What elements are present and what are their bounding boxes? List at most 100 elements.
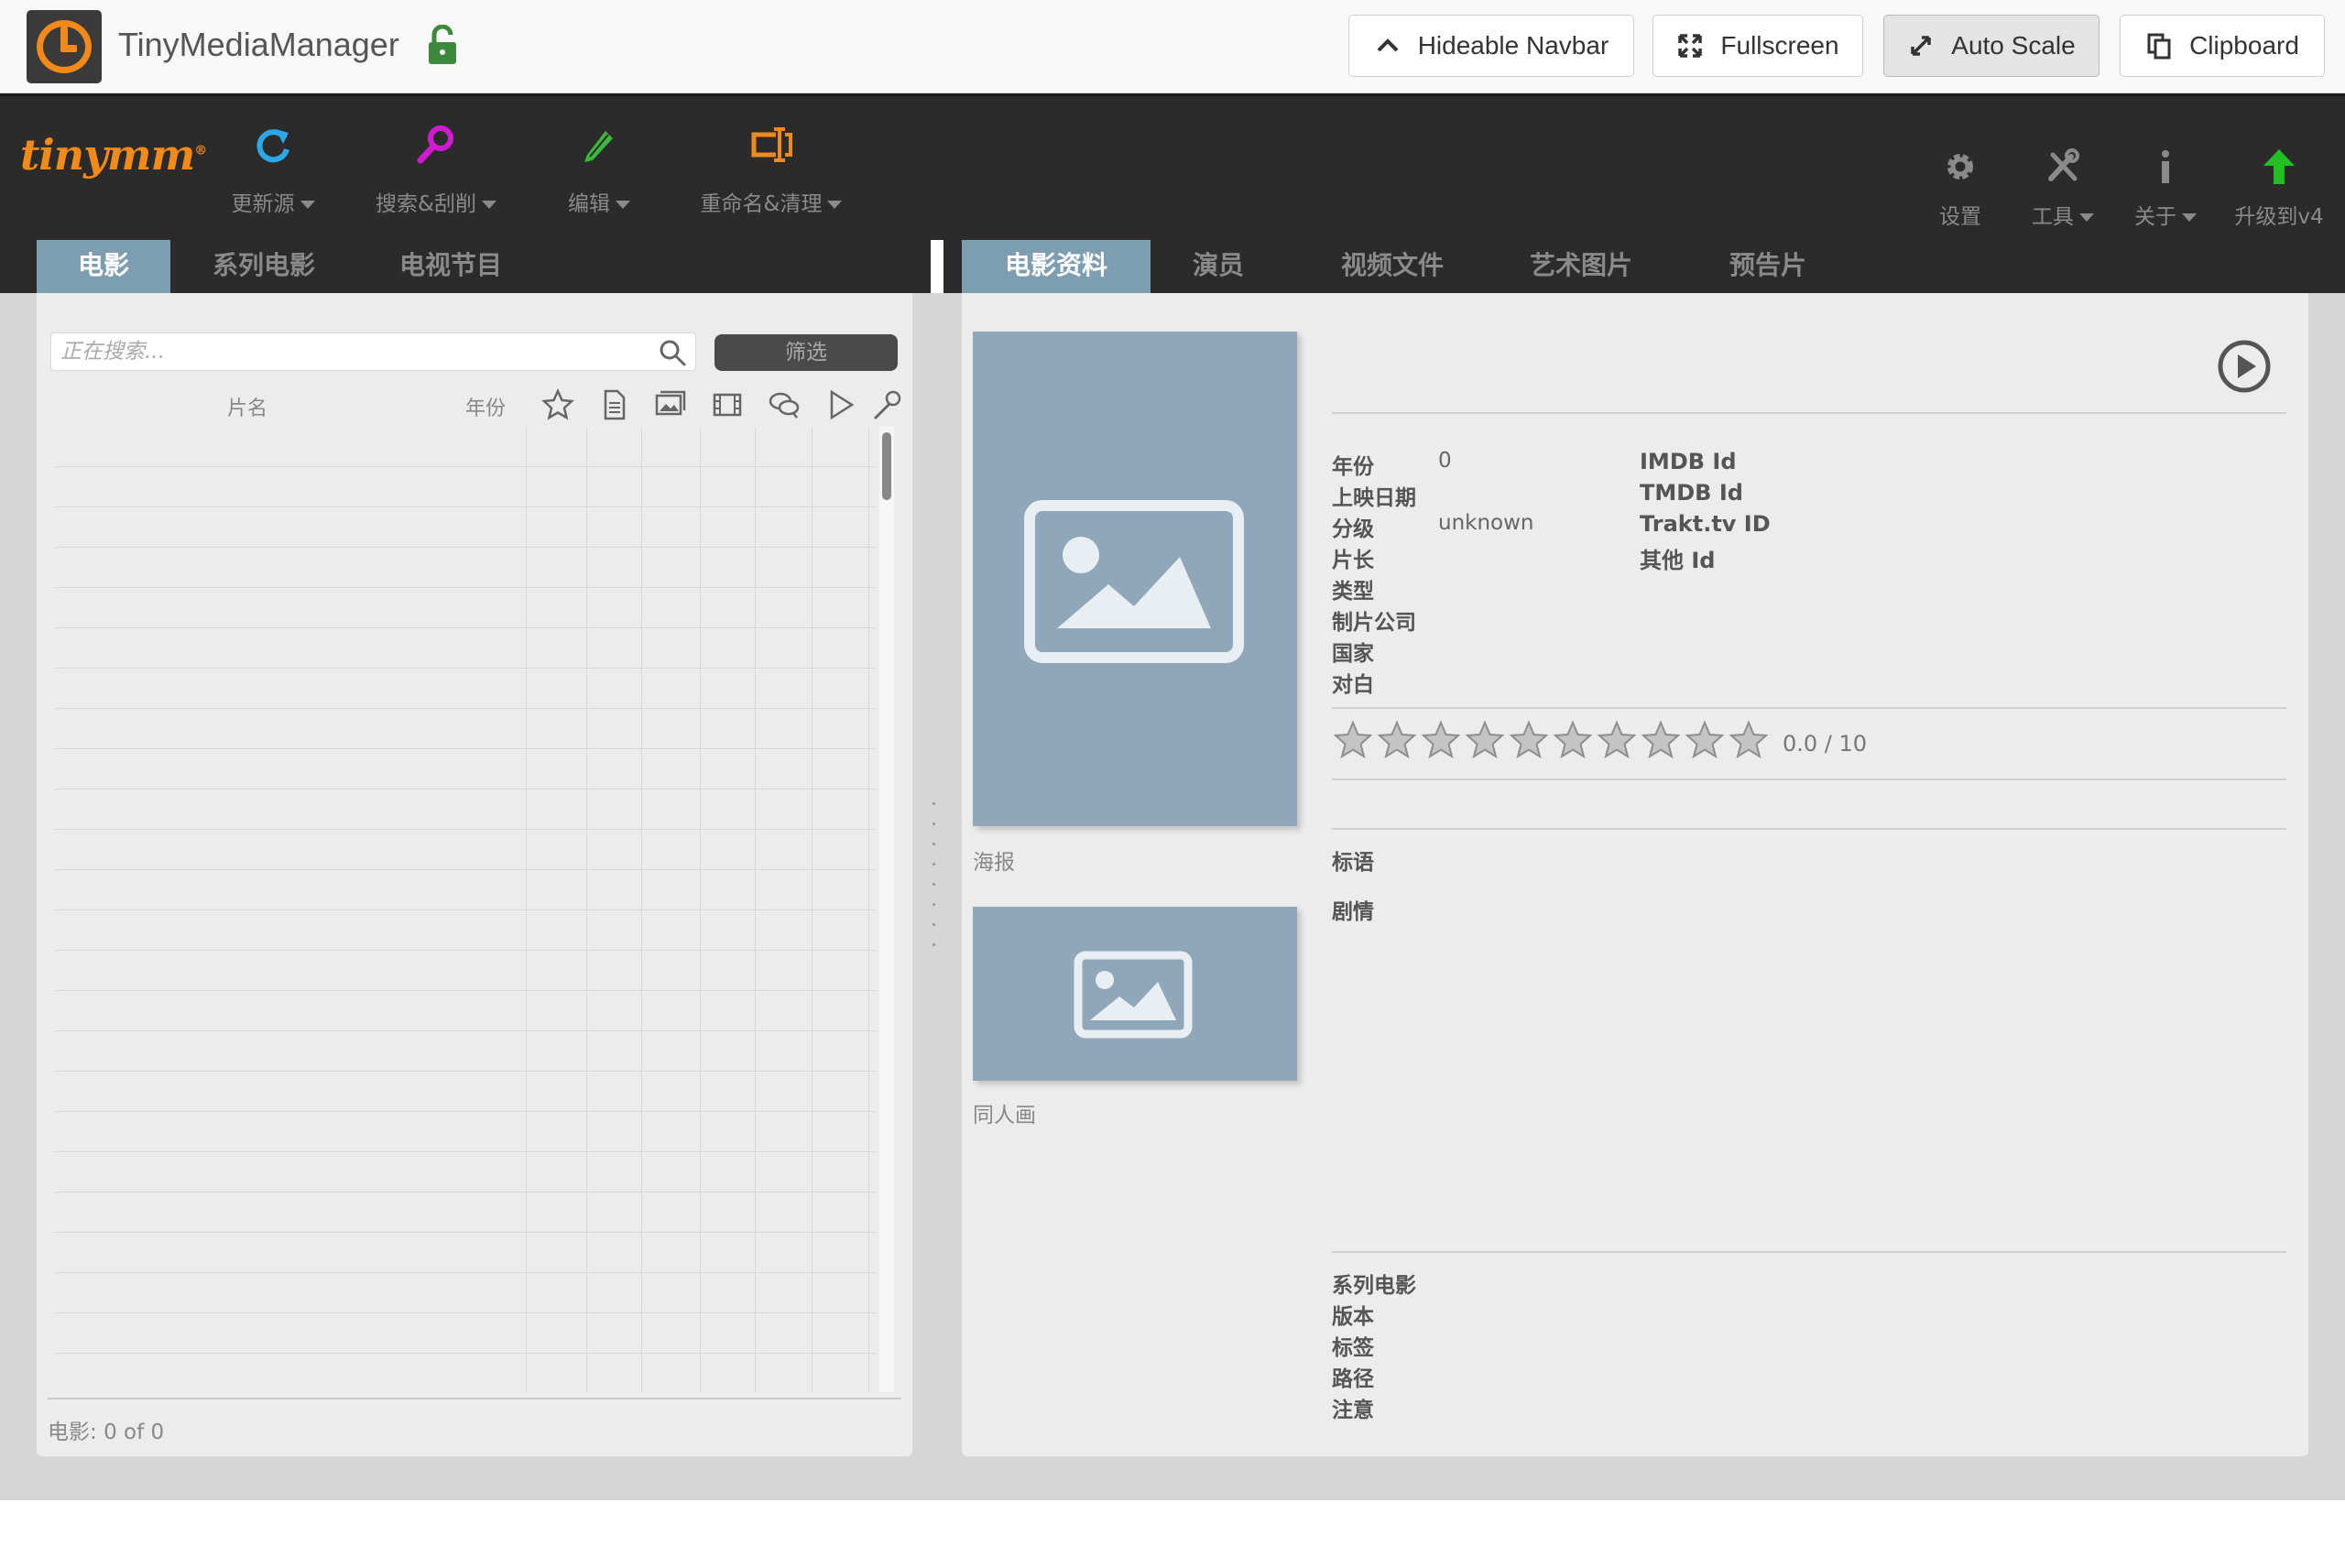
table-row[interactable] [55, 709, 876, 749]
table-row[interactable] [55, 1152, 876, 1192]
rename-icon [751, 127, 792, 162]
about-label: 关于 [2134, 205, 2176, 229]
movie-detail-tabs: 电影资料 演员 视频文件 艺术图片 预告片 [943, 240, 2345, 310]
search-input[interactable] [51, 333, 638, 370]
tools-menu[interactable]: 工具 [2026, 147, 2100, 230]
splitter-dot [933, 923, 935, 926]
column-divider [700, 427, 701, 1392]
app-logo-icon [27, 10, 102, 83]
table-row[interactable] [55, 1192, 876, 1233]
table-row[interactable] [55, 669, 876, 709]
table-row[interactable] [55, 628, 876, 669]
divider-top [1332, 412, 2286, 414]
document-icon[interactable] [597, 388, 630, 421]
table-row[interactable] [55, 749, 876, 789]
fullscreen-button[interactable]: Fullscreen [1652, 15, 1863, 77]
table-row[interactable] [55, 467, 876, 507]
column-year[interactable]: 年份 [465, 392, 506, 421]
hideable-navbar-button[interactable]: Hideable Navbar [1348, 15, 1634, 77]
filter-button[interactable]: 筛选 [714, 334, 898, 371]
auto-scale-button[interactable]: Auto Scale [1883, 15, 2100, 77]
scrollbar[interactable] [879, 427, 894, 1392]
about-menu[interactable]: 关于 [2131, 147, 2200, 230]
table-row[interactable] [55, 588, 876, 628]
hideable-navbar-label: Hideable Navbar [1417, 31, 1609, 60]
search-scrape-label: 搜索&刮削 [376, 192, 476, 216]
chat-icon[interactable] [768, 388, 801, 421]
wrench-icon[interactable] [870, 388, 903, 421]
table-row[interactable] [55, 910, 876, 951]
table-row[interactable] [55, 1233, 876, 1273]
rating-star-icon [1597, 720, 1637, 759]
edition-label: 版本 [1332, 1305, 1374, 1329]
table-row[interactable] [55, 427, 876, 467]
edit-label: 编辑 [568, 192, 610, 216]
table-row[interactable] [55, 1072, 876, 1112]
divider-rating-top [1332, 707, 2286, 709]
upgrade-v4-button[interactable]: 升级到v4 [2231, 147, 2327, 230]
film-icon[interactable] [711, 388, 744, 421]
tab-movie-info[interactable]: 电影资料 [962, 240, 1151, 310]
table-row[interactable] [55, 1273, 876, 1313]
fullscreen-icon [1678, 34, 1703, 58]
rating-star-icon [1685, 720, 1725, 759]
clipboard-icon [2147, 33, 2171, 60]
rating-star-icon [1553, 720, 1593, 759]
tab-movie-sets[interactable]: 系列电影 [191, 240, 337, 293]
auto-scale-label: Auto Scale [1951, 31, 2076, 60]
edit-menu[interactable]: 编辑 [555, 122, 643, 217]
refresh-icon [256, 129, 289, 163]
clipboard-button[interactable]: Clipboard [2120, 15, 2325, 77]
table-divider [48, 1398, 901, 1399]
table-row[interactable] [55, 951, 876, 991]
note-label: 注意 [1332, 1399, 1374, 1422]
play-icon[interactable] [824, 388, 857, 421]
tmdb-id-label: TMDB Id [1640, 480, 1743, 506]
update-sources-menu[interactable]: 更新源 [227, 122, 319, 217]
table-row[interactable] [55, 789, 876, 830]
movie-table[interactable] [55, 427, 876, 1392]
table-row[interactable] [55, 507, 876, 548]
app-title: TinyMediaManager [118, 26, 399, 63]
images-icon[interactable] [654, 388, 687, 421]
rename-cleanup-menu[interactable]: 重命名&清理 [693, 122, 850, 217]
poster-image[interactable] [973, 332, 1297, 826]
search-scrape-menu[interactable]: 搜索&刮削 [368, 122, 504, 217]
upgrade-v4-label: 升级到v4 [2234, 205, 2324, 229]
tab-trailers[interactable]: 预告片 [1685, 240, 1850, 293]
table-row[interactable] [55, 991, 876, 1031]
search-icon[interactable] [659, 339, 686, 366]
rating-star-icon [1465, 720, 1505, 759]
splitter-dot [933, 802, 935, 805]
column-divider [755, 427, 756, 1392]
rating-star-icon [1333, 720, 1373, 759]
star-icon[interactable] [541, 388, 574, 421]
unlocked-icon[interactable] [427, 25, 458, 65]
tab-artwork[interactable]: 艺术图片 [1499, 240, 1663, 293]
table-row[interactable] [55, 830, 876, 870]
rating-text: 0.0 / 10 [1783, 731, 1868, 757]
column-divider [868, 427, 869, 1392]
imdb-id-label: IMDB Id [1640, 449, 1737, 474]
play-trailer-icon[interactable] [2217, 339, 2272, 394]
table-row[interactable] [55, 870, 876, 910]
table-row[interactable] [55, 548, 876, 588]
field-language-label: 对白 [1332, 673, 1374, 697]
splitter-dot [933, 943, 935, 946]
column-title[interactable]: 片名 [227, 392, 267, 421]
panel-splitter[interactable] [932, 302, 937, 1484]
table-row[interactable] [55, 1031, 876, 1072]
rating-star-icon [1641, 720, 1681, 759]
tagline-label: 标语 [1332, 851, 1374, 875]
field-release-date-label: 上映日期 [1332, 486, 1416, 510]
fanart-image[interactable] [973, 907, 1297, 1081]
tab-tv-shows[interactable]: 电视节目 [377, 240, 524, 293]
settings-button[interactable]: 设置 [1935, 147, 1986, 230]
table-row[interactable] [55, 1313, 876, 1354]
table-row[interactable] [55, 1112, 876, 1152]
tab-cast[interactable]: 演员 [1163, 240, 1273, 293]
upgrade-arrow-icon [2263, 149, 2295, 184]
tab-media-files[interactable]: 视频文件 [1310, 240, 1475, 293]
tab-movies[interactable]: 电影 [37, 240, 170, 310]
scrollbar-thumb[interactable] [882, 432, 891, 500]
